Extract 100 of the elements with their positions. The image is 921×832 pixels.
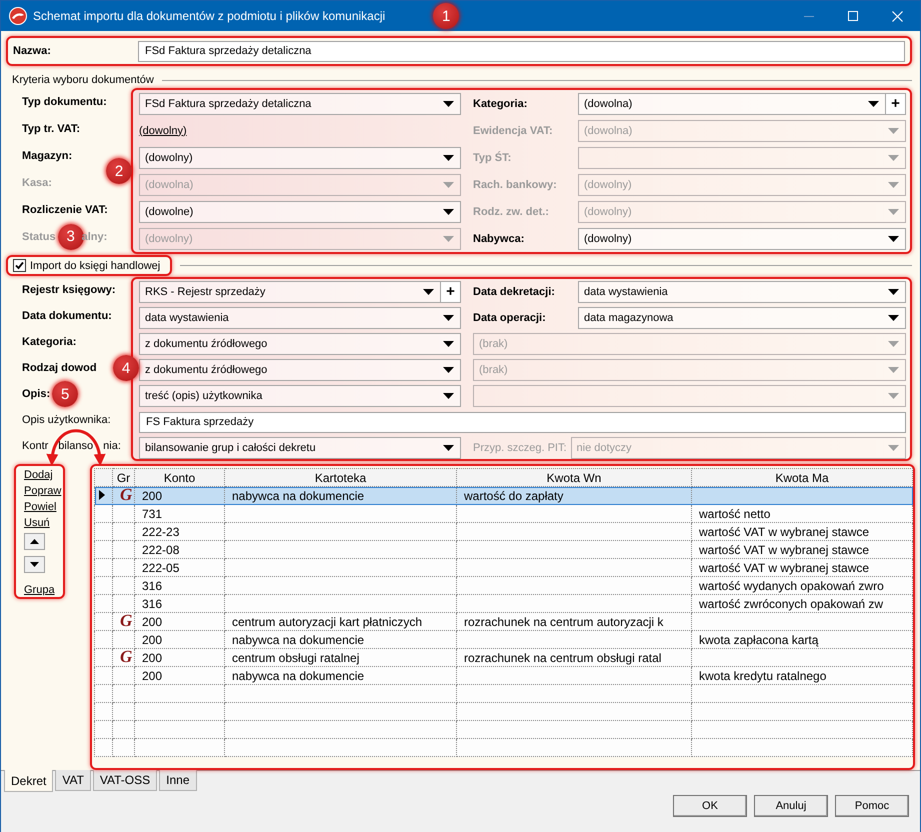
add-button[interactable]: + — [441, 281, 461, 303]
caret-icon — [888, 154, 899, 160]
field-label: Typ ŚT: — [473, 152, 512, 164]
table-row[interactable]: 222-23 wartość VAT w wybranej stawce — [94, 522, 912, 540]
checkbox[interactable] — [13, 259, 26, 272]
table-row[interactable]: 316 wartość wydanych opakowań zwro — [94, 576, 912, 594]
close-icon[interactable] — [892, 10, 903, 22]
add-button[interactable]: + — [886, 92, 906, 114]
up-arrow-icon — [30, 539, 39, 544]
table-row[interactable]: 200 nabywca na dokumencie kwota kredytu ratalnego — [94, 666, 912, 684]
field-label: Opis: — [22, 388, 50, 400]
column-header[interactable]: Kwota Wn — [456, 468, 692, 486]
maximize-icon[interactable] — [848, 11, 858, 21]
caret-icon — [888, 289, 899, 295]
tab[interactable]: VAT-OSS — [92, 770, 158, 791]
caret-icon — [443, 100, 454, 106]
field-label: Data operacji: — [473, 312, 547, 324]
caret-icon — [443, 341, 454, 347]
field-label: Kontr — [22, 440, 48, 452]
text-field[interactable]: FSd Faktura sprzedaży detaliczna — [138, 40, 905, 62]
field-label: Typ dokumentu: — [22, 96, 107, 108]
step-marker: 1 — [433, 3, 460, 29]
caret-icon — [443, 445, 454, 451]
app-logo-icon — [9, 7, 27, 25]
field-label: Kategoria: — [22, 336, 76, 348]
table-row[interactable]: G 200 centrum obsługi ratalnej rozrachunek na centrum obsługi ratal — [94, 648, 912, 666]
group-marker: G — [120, 647, 132, 666]
caret-icon — [443, 236, 454, 242]
table-row[interactable]: 316 wartość zwróconych opakowań zw — [94, 594, 912, 612]
column-header[interactable]: Kwota Ma — [692, 468, 912, 486]
table-row[interactable]: G 200 centrum autoryzacji kart płatniczych rozrachunek na centrum autoryzacji k — [94, 612, 912, 630]
step-marker: 4 — [113, 355, 139, 381]
field-label: Rejestr księgowy: — [22, 284, 116, 296]
column-header[interactable]: Gr — [112, 468, 134, 486]
move-up-button[interactable] — [24, 533, 45, 550]
action-link[interactable]: Popraw — [24, 485, 62, 498]
field-label: Nazwa: — [13, 45, 52, 57]
dropdown[interactable]: z dokumentu źródłowego — [139, 333, 461, 355]
dropdown[interactable]: (dowolna) — [578, 92, 886, 114]
dropdown[interactable]: RKS - Rejestr sprzedaży — [139, 281, 441, 303]
field-label: Data dokumentu: — [22, 310, 112, 322]
row-pointer-icon — [99, 490, 105, 500]
field-label: Data dekretacji: — [473, 286, 556, 298]
checkbox-label[interactable]: Import do księgi handlowej — [30, 260, 160, 272]
down-arrow-icon — [30, 562, 39, 568]
group-marker: G — [120, 611, 132, 630]
tab[interactable]: Dekret — [4, 770, 54, 792]
caret-icon — [443, 367, 454, 373]
tab[interactable]: Inne — [159, 770, 196, 791]
caret-icon — [888, 128, 899, 134]
caret-icon — [888, 367, 899, 373]
dropdown[interactable]: (dowolny) — [139, 146, 461, 168]
dropdown[interactable]: (dowolne) — [139, 200, 461, 222]
caret-icon — [888, 445, 899, 451]
caret-icon — [443, 154, 454, 160]
group-marker: G — [120, 485, 132, 504]
caret-icon — [888, 341, 899, 347]
caret-icon — [443, 182, 454, 188]
dropdown[interactable]: data magazynowa — [578, 307, 906, 329]
value-link[interactable]: (dowolny) — [139, 124, 187, 136]
dropdown[interactable]: data wystawienia — [139, 307, 461, 329]
step-marker: 5 — [52, 381, 78, 407]
column-header[interactable]: Kartoteka — [224, 468, 456, 486]
table-row[interactable]: 222-05 wartość VAT w wybranej stawce — [94, 558, 912, 576]
field-label: nia: — [103, 440, 121, 452]
action-link[interactable]: Usuń — [24, 517, 50, 530]
column-header[interactable]: Konto — [134, 468, 224, 486]
table-row[interactable]: G 200 nabywca na dokumencie wartość do zapłaty — [94, 486, 912, 504]
field-label: Opis użytkownika: — [22, 414, 111, 426]
table-row[interactable]: 200 nabywca na dokumencie kwota zapłacona kartą — [94, 630, 912, 648]
dropdown[interactable]: data wystawienia — [578, 281, 906, 303]
caret-icon — [888, 315, 899, 321]
dropdown[interactable]: treść (opis) użytkownika — [139, 385, 461, 407]
dialog-button[interactable]: OK — [673, 795, 747, 817]
dropdown[interactable]: z dokumentu źródłowego — [139, 359, 461, 381]
action-link[interactable]: Dodaj — [24, 469, 53, 482]
dialog-button[interactable]: Anuluj — [754, 795, 828, 817]
field-label: bilanso — [58, 440, 94, 452]
move-down-button[interactable] — [24, 556, 45, 574]
caret-icon — [443, 315, 454, 321]
dialog-button[interactable]: Pomoc — [835, 795, 909, 817]
text-field[interactable]: FS Faktura sprzedaży — [139, 412, 906, 432]
table-row[interactable]: 731 wartość netto — [94, 504, 912, 522]
action-link[interactable]: Powiel — [24, 501, 56, 514]
table-row[interactable]: 222-08 wartość VAT w wybranej stawce — [94, 540, 912, 558]
caret-icon — [423, 289, 434, 295]
field-label: Kategoria: — [473, 98, 528, 110]
field-label: Nabywca: — [473, 232, 526, 244]
action-link[interactable]: Grupa — [24, 584, 55, 597]
field-label: Rach. bankowy: — [473, 178, 558, 190]
caret-icon — [443, 208, 454, 214]
field-label: Rozliczenie VAT: — [22, 204, 108, 216]
field-label: Rodzaj dowod — [22, 362, 97, 374]
dropdown[interactable]: bilansowanie grup i całości dekretu — [139, 437, 461, 459]
dropdown[interactable]: FSd Faktura sprzedaży detaliczna — [139, 92, 461, 114]
tab[interactable]: VAT — [55, 770, 91, 791]
field-label: Przyp. szczeg. PIT: — [473, 442, 567, 454]
caret-icon — [888, 182, 899, 188]
field-label: Rodz. zw. det.: — [473, 206, 550, 218]
caret-icon — [888, 236, 899, 242]
